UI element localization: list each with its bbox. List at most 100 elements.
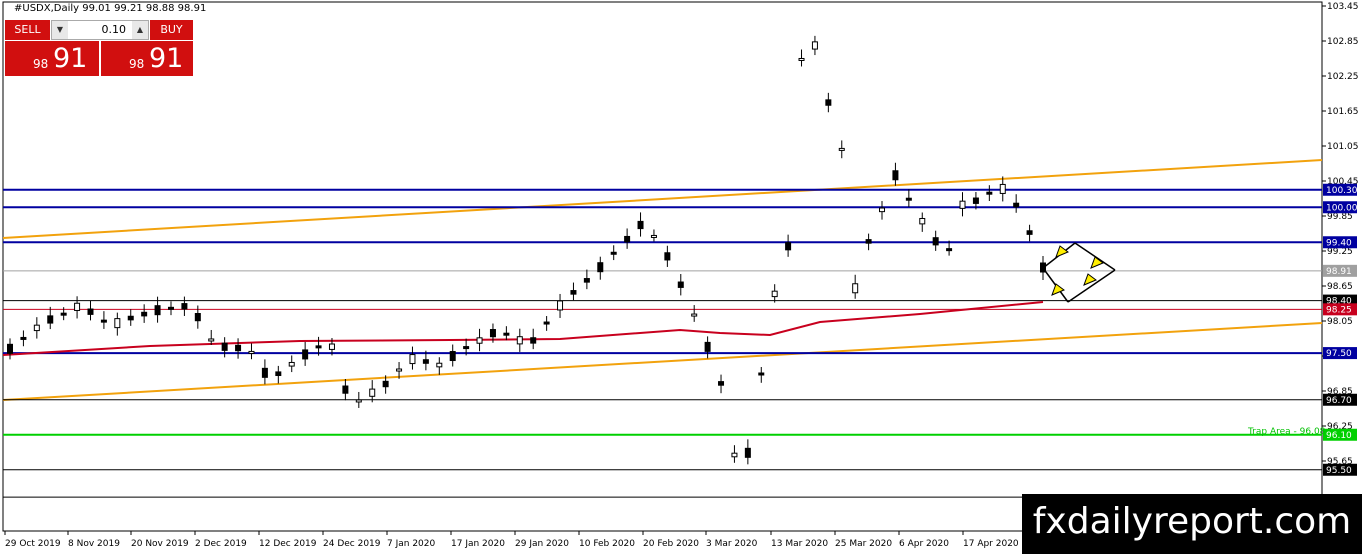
candle-body xyxy=(946,248,953,252)
chevron-down-icon[interactable]: ▼ xyxy=(52,21,68,39)
y-tick-label: 102.25 xyxy=(1327,72,1359,82)
candle-body xyxy=(959,200,966,209)
candle-body xyxy=(825,99,832,106)
buy-price-small: 98 xyxy=(129,57,145,71)
candle-body xyxy=(248,350,255,354)
trap-area-label: Trap Area - 96.08 xyxy=(1247,427,1326,437)
level-label: 100.00 xyxy=(1326,203,1358,213)
x-tick-label: 20 Feb 2020 xyxy=(643,539,699,549)
candle-body xyxy=(624,235,631,243)
x-tick-label: 17 Jan 2020 xyxy=(451,539,505,549)
price-chart[interactable]: 103.45102.85102.25101.65101.05100.4599.8… xyxy=(0,0,1362,554)
candle-body xyxy=(677,281,684,288)
buy-price-box[interactable]: 98 91 xyxy=(101,41,193,76)
x-tick-label: 10 Feb 2020 xyxy=(579,539,635,549)
candle-body xyxy=(758,372,765,376)
candle-body xyxy=(463,346,470,350)
candle-body xyxy=(999,183,1006,194)
candle-body xyxy=(261,367,268,378)
level-label: 100.30 xyxy=(1326,186,1358,196)
candle-body xyxy=(342,385,349,394)
candle-body xyxy=(33,324,40,332)
x-tick-label: 3 Mar 2020 xyxy=(706,539,758,549)
x-tick-label: 13 Mar 2020 xyxy=(771,539,828,549)
sell-button[interactable]: SELL xyxy=(5,20,50,40)
y-tick-label: 103.45 xyxy=(1327,2,1359,12)
candle-body xyxy=(650,234,657,238)
lot-value: 0.10 xyxy=(101,23,127,36)
y-tick-label: 99.85 xyxy=(1327,212,1353,222)
candle-body xyxy=(355,399,362,403)
candle-body xyxy=(879,207,886,213)
x-tick-label: 2 Dec 2019 xyxy=(195,539,247,549)
level-label: 96.70 xyxy=(1326,396,1352,406)
candle-body xyxy=(905,197,912,201)
candle-body xyxy=(731,452,738,458)
candle-body xyxy=(369,388,376,397)
x-tick-label: 29 Jan 2020 xyxy=(515,539,569,549)
chevron-up-icon[interactable]: ▲ xyxy=(132,21,148,39)
y-tick-label: 98.65 xyxy=(1327,282,1353,292)
candle-body xyxy=(637,220,644,230)
candle-body xyxy=(302,349,309,360)
candle-body xyxy=(691,313,698,317)
candle-body xyxy=(852,283,859,294)
candle-body xyxy=(932,237,939,246)
candle-body xyxy=(476,337,483,344)
candle-body xyxy=(664,252,671,261)
candle-body xyxy=(449,351,456,362)
candle-body xyxy=(1013,202,1020,208)
x-tick-label: 24 Dec 2019 xyxy=(323,539,381,549)
candle-body xyxy=(503,332,510,336)
candle-body xyxy=(87,308,94,315)
x-tick-label: 17 Apr 2020 xyxy=(963,539,1019,549)
candle-body xyxy=(396,368,403,372)
y-tick-label: 99.25 xyxy=(1327,247,1353,257)
candle-body xyxy=(208,338,215,342)
candle-body xyxy=(275,371,282,377)
x-tick-label: 20 Nov 2019 xyxy=(131,539,189,549)
candle-body xyxy=(315,345,322,349)
candle-body xyxy=(557,300,564,311)
sell-price-box[interactable]: 98 91 xyxy=(5,41,99,76)
candle-body xyxy=(328,343,335,350)
candle-body xyxy=(865,239,872,244)
watermark-logo: fxdailyreport.com xyxy=(1022,494,1362,554)
level-label: 98.25 xyxy=(1326,305,1352,315)
candle-body xyxy=(141,311,148,317)
candle-body xyxy=(972,197,979,204)
candle-body xyxy=(543,321,550,325)
candle-body xyxy=(583,278,590,283)
y-tick-label: 102.85 xyxy=(1327,37,1359,47)
candle-body xyxy=(74,302,81,311)
buy-price-big: 91 xyxy=(149,43,184,74)
lot-size-input[interactable]: ▼ 0.10 ▲ xyxy=(51,20,149,40)
candle-body xyxy=(422,359,429,364)
candle-body xyxy=(516,336,523,345)
buy-button[interactable]: BUY xyxy=(150,20,193,40)
candle-body xyxy=(986,191,993,195)
candle-body xyxy=(892,170,899,181)
candle-body xyxy=(838,147,845,151)
x-tick-label: 8 Nov 2019 xyxy=(68,539,120,549)
candle-body xyxy=(60,312,67,316)
x-tick-label: 6 Apr 2020 xyxy=(899,539,949,549)
candle-body xyxy=(114,318,121,329)
candle-body xyxy=(436,362,443,368)
x-tick-label: 12 Dec 2019 xyxy=(259,539,317,549)
candle-body xyxy=(20,336,27,340)
candle-body xyxy=(181,303,188,310)
level-label: 95.50 xyxy=(1326,466,1352,476)
candle-body xyxy=(235,344,242,352)
candle-body xyxy=(785,242,792,251)
y-tick-label: 101.65 xyxy=(1327,107,1359,117)
candle-body xyxy=(744,447,751,458)
sell-price-big: 91 xyxy=(53,43,88,74)
candle-body xyxy=(288,361,295,367)
candle-body xyxy=(771,290,778,298)
candle-body xyxy=(409,354,416,365)
candle-body xyxy=(167,306,174,310)
level-label: 98.91 xyxy=(1326,267,1352,277)
candle-body xyxy=(194,313,201,322)
candle-body xyxy=(530,337,537,344)
